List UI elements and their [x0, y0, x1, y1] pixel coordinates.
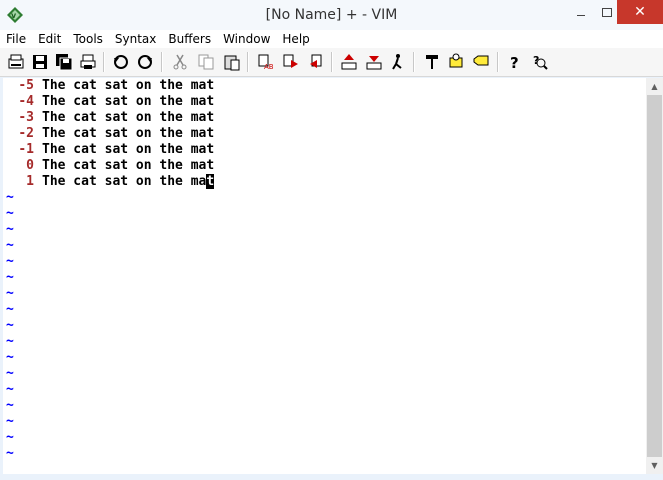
- line-number: -1: [18, 142, 34, 157]
- menu-bar: File Edit Tools Syntax Buffers Window He…: [0, 30, 663, 48]
- minimize-icon: [577, 15, 585, 16]
- tilde-marker: ~: [6, 382, 14, 397]
- window-title: [No Name] + - VIM: [265, 7, 398, 23]
- scroll-up-arrow-icon[interactable]: ▲: [646, 78, 663, 95]
- tilde-marker: ~: [6, 334, 14, 349]
- toolbar-separator: [497, 52, 499, 72]
- line-text: The cat sat on the mat: [42, 110, 215, 125]
- menu-buffers[interactable]: Buffers: [162, 32, 217, 46]
- line-text: The cat sat on the mat: [42, 94, 215, 109]
- line-text: The cat sat on the mat: [42, 78, 215, 93]
- toolbar-separator: [103, 52, 105, 72]
- find-help-icon[interactable]: ?: [530, 52, 550, 72]
- tilde-marker: ~: [6, 254, 14, 269]
- tilde-marker: ~: [6, 302, 14, 317]
- scroll-down-arrow-icon[interactable]: ▼: [646, 457, 663, 474]
- menu-edit[interactable]: Edit: [32, 32, 67, 46]
- toolbar-separator: [413, 52, 415, 72]
- line-number: 0: [26, 158, 34, 173]
- svg-text:?: ?: [510, 54, 519, 72]
- toolbar-separator: [247, 52, 249, 72]
- copy-icon[interactable]: [196, 52, 216, 72]
- tilde-marker: ~: [6, 270, 14, 285]
- text-cursor: t: [206, 174, 215, 189]
- tilde-marker: ~: [6, 238, 14, 253]
- line-text: The cat sat on the mat: [42, 142, 215, 157]
- save-session-icon[interactable]: [364, 52, 384, 72]
- editor-area[interactable]: -5 The cat sat on the mat -4 The cat sat o…: [3, 78, 646, 474]
- cut-icon[interactable]: [170, 52, 190, 72]
- menu-help[interactable]: Help: [276, 32, 315, 46]
- tilde-marker: ~: [6, 286, 14, 301]
- find-next-icon[interactable]: [281, 52, 301, 72]
- tilde-marker: ~: [6, 366, 14, 381]
- line-number: 1: [26, 174, 34, 189]
- close-button[interactable]: ✕: [617, 0, 663, 24]
- open-icon[interactable]: [6, 52, 26, 72]
- svg-text:AB: AB: [264, 63, 274, 71]
- make-icon[interactable]: [422, 52, 442, 72]
- minimize-button[interactable]: [568, 0, 594, 24]
- menu-syntax[interactable]: Syntax: [109, 32, 162, 46]
- text-line-current: 1 The cat sat on the mat: [6, 174, 215, 190]
- save-all-icon[interactable]: [54, 52, 74, 72]
- scrollbar-thumb[interactable]: [647, 95, 662, 457]
- text-line: -4 The cat sat on the mat: [6, 94, 214, 110]
- load-session-icon[interactable]: [339, 52, 359, 72]
- text-line: -1 The cat sat on the mat: [6, 142, 214, 158]
- line-number: -4: [18, 94, 34, 109]
- line-text-before-cursor: The cat sat on the ma: [42, 174, 207, 189]
- close-icon: ✕: [634, 4, 646, 20]
- line-text: The cat sat on the mat: [42, 174, 215, 189]
- tilde-marker: ~: [6, 206, 14, 221]
- tilde-marker: ~: [6, 446, 14, 461]
- paste-icon[interactable]: [222, 52, 242, 72]
- tilde-marker: ~: [6, 350, 14, 365]
- replace-icon[interactable]: AB: [256, 52, 276, 72]
- line-number: -2: [18, 126, 34, 141]
- vertical-scrollbar[interactable]: ▲ ▼: [646, 78, 663, 474]
- toolbar-separator: [331, 52, 333, 72]
- print-icon[interactable]: [78, 52, 98, 72]
- undo-icon[interactable]: [111, 52, 131, 72]
- line-number: -3: [18, 110, 34, 125]
- help-icon[interactable]: ?: [505, 52, 525, 72]
- tilde-marker: ~: [6, 222, 14, 237]
- text-line: -5 The cat sat on the mat: [6, 78, 214, 94]
- toolbar: AB ? ?: [0, 48, 663, 77]
- text-line: -3 The cat sat on the mat: [6, 110, 214, 126]
- tilde-marker: ~: [6, 190, 14, 205]
- tilde-marker: ~: [6, 398, 14, 413]
- tilde-marker: ~: [6, 318, 14, 333]
- tilde-marker: ~: [6, 414, 14, 429]
- title-bar: v [No Name] + - VIM ✕: [0, 0, 663, 31]
- text-line: -2 The cat sat on the mat: [6, 126, 214, 142]
- line-number: -5: [18, 78, 34, 93]
- save-icon[interactable]: [30, 52, 50, 72]
- maximize-icon: [602, 8, 612, 17]
- find-prev-icon[interactable]: [306, 52, 326, 72]
- menu-window[interactable]: Window: [217, 32, 276, 46]
- redo-icon[interactable]: [135, 52, 155, 72]
- line-text: The cat sat on the mat: [42, 158, 215, 173]
- window-bottom-border: [0, 474, 663, 480]
- menu-tools[interactable]: Tools: [67, 32, 109, 46]
- line-text: The cat sat on the mat: [42, 126, 215, 141]
- toolbar-separator: [161, 52, 163, 72]
- text-line: 0 The cat sat on the mat: [6, 158, 214, 174]
- run-script-icon[interactable]: [388, 52, 408, 72]
- run-shell-icon[interactable]: [446, 52, 466, 72]
- tag-jump-icon[interactable]: [471, 52, 491, 72]
- menu-file[interactable]: File: [0, 32, 32, 46]
- tilde-marker: ~: [6, 430, 14, 445]
